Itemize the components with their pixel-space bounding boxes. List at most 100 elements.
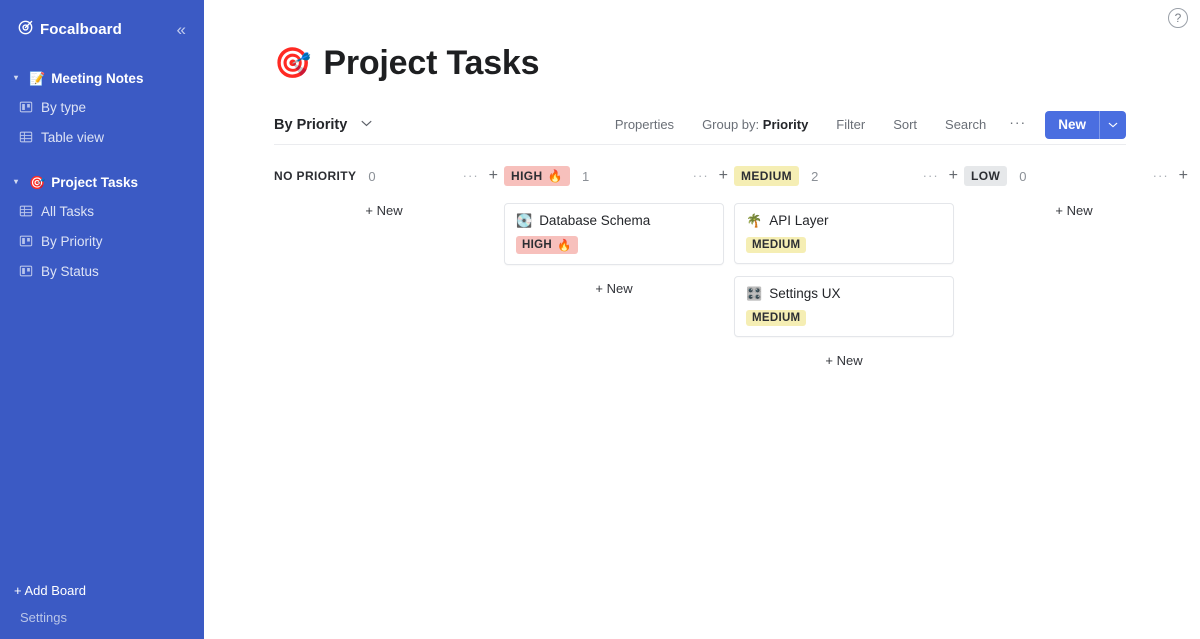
column-add-icon[interactable]: + — [949, 168, 958, 184]
add-card-button[interactable]: + New — [504, 277, 724, 300]
column-add-icon[interactable]: + — [489, 168, 498, 184]
card-badges: MEDIUM — [746, 308, 942, 326]
column-cards: 🌴 API Layer MEDIUM 🎛️ Settings UX MEDIUM… — [734, 189, 964, 372]
add-card-button[interactable]: + New — [964, 203, 1184, 222]
board-emoji: 🎯 — [29, 174, 46, 190]
status-badge-label: MEDIUM — [752, 312, 801, 324]
column-title: NO PRIORITY — [274, 166, 356, 186]
column-add-icon[interactable]: + — [1179, 168, 1188, 184]
app-root: Focalboard « ▾ 📝 Meeting Notes By type T… — [0, 0, 1200, 639]
column-cards: + New — [964, 189, 1194, 222]
sidebar-board-label: Project Tasks — [51, 174, 138, 190]
group-by-button[interactable]: Group by: Priority — [688, 112, 822, 137]
sidebar-item-label: By Status — [41, 263, 99, 279]
column-header: NO PRIORITY 0 ··· + — [274, 163, 504, 189]
board-view-icon — [19, 264, 33, 278]
settings-button[interactable]: Settings — [0, 603, 204, 629]
properties-button[interactable]: Properties — [601, 112, 688, 137]
card-title: Database Schema — [539, 213, 651, 228]
column-title: HIGH 🔥 — [504, 166, 570, 186]
group-by-prefix: Group by: — [702, 117, 760, 132]
sidebar-board-label: Meeting Notes — [51, 70, 144, 86]
card-icon: 🎛️ — [746, 286, 763, 301]
sort-button[interactable]: Sort — [879, 112, 931, 137]
add-card-button[interactable]: + New — [734, 349, 954, 372]
kanban-column-no-priority: NO PRIORITY 0 ··· + + New — [274, 163, 504, 222]
column-header: HIGH 🔥 1 ··· + — [504, 163, 734, 189]
column-title: LOW — [964, 166, 1008, 186]
sidebar-collapse-icon[interactable]: « — [177, 21, 188, 38]
filter-button[interactable]: Filter — [822, 112, 879, 137]
toolbar-actions: Properties Group by: Priority Filter Sor… — [601, 110, 1126, 139]
view-selector[interactable]: By Priority — [274, 117, 372, 133]
board-icon[interactable]: 🎯 — [274, 48, 311, 79]
card-title: API Layer — [769, 213, 829, 228]
column-count: 2 — [811, 168, 819, 184]
column-menu-icon[interactable]: ··· — [693, 169, 709, 182]
column-count: 1 — [581, 168, 590, 184]
page-header: 🎯 Project Tasks — [204, 0, 1200, 83]
brand[interactable]: Focalboard — [18, 20, 122, 38]
kanban-board: NO PRIORITY 0 ··· + + New HIGH 🔥 1 ··· +… — [274, 163, 1200, 372]
add-board-button[interactable]: + Add Board — [0, 578, 204, 603]
sidebar-item-table-view[interactable]: Table view — [0, 122, 204, 152]
status-badge-label: MEDIUM — [752, 239, 801, 251]
sidebar-item-by-status[interactable]: By Status — [0, 256, 204, 286]
kanban-column-high: HIGH 🔥 1 ··· + 💽 Database Schema HIGH 🔥 … — [504, 163, 734, 300]
sidebar-item-label: By Priority — [41, 233, 103, 249]
column-header: MEDIUM 2 ··· + — [734, 163, 964, 189]
sidebar-item-label: Table view — [41, 129, 105, 145]
sidebar-item-label: All Tasks — [41, 203, 95, 219]
status-badge: HIGH 🔥 — [516, 236, 578, 254]
add-card-button[interactable]: + New — [274, 203, 494, 222]
sidebar: Focalboard « ▾ 📝 Meeting Notes By type T… — [0, 0, 204, 639]
card-title-row: 🌴 API Layer — [746, 213, 942, 228]
card-badges: MEDIUM — [746, 235, 942, 253]
board-emoji: 📝 — [29, 70, 46, 86]
sidebar-item-all-tasks[interactable]: All Tasks — [0, 196, 204, 226]
search-button[interactable]: Search — [931, 112, 1000, 137]
column-title-label: HIGH — [511, 169, 543, 183]
page-title-row: 🎯 Project Tasks — [274, 44, 1200, 83]
kanban-column-medium: MEDIUM 2 ··· + 🌴 API Layer MEDIUM 🎛️ Set… — [734, 163, 964, 372]
brand-label: Focalboard — [40, 20, 122, 38]
column-count: 0 — [368, 168, 376, 184]
kanban-card[interactable]: 💽 Database Schema HIGH 🔥 — [504, 203, 724, 265]
chevron-down-icon — [361, 119, 372, 130]
focalboard-logo-icon — [18, 20, 33, 38]
column-title: MEDIUM — [734, 166, 800, 186]
group-by-value: Priority — [762, 117, 809, 132]
kanban-column-low: LOW 0 ··· + + New — [964, 163, 1194, 222]
more-options-icon[interactable]: ··· — [1000, 111, 1035, 138]
sidebar-board-project-tasks[interactable]: ▾ 🎯 Project Tasks — [0, 168, 204, 196]
chevron-down-icon[interactable]: ▾ — [14, 178, 23, 186]
page-title[interactable]: Project Tasks — [323, 44, 539, 83]
table-view-icon — [19, 204, 33, 218]
column-header: LOW 0 ··· + — [964, 163, 1194, 189]
status-badge-label: HIGH — [522, 239, 552, 251]
card-icon: 💽 — [516, 213, 533, 228]
column-title-label: MEDIUM — [741, 169, 793, 183]
chevron-down-icon[interactable] — [1100, 111, 1126, 139]
sidebar-item-by-type[interactable]: By type — [0, 92, 204, 122]
fire-icon: 🔥 — [547, 169, 563, 183]
card-title-row: 💽 Database Schema — [516, 213, 712, 228]
help-icon[interactable]: ? — [1168, 8, 1188, 28]
main-content: ? 🎯 Project Tasks By Priority Properties… — [204, 0, 1200, 639]
card-title-row: 🎛️ Settings UX — [746, 286, 942, 301]
column-add-icon[interactable]: + — [719, 168, 728, 184]
column-menu-icon[interactable]: ··· — [923, 169, 939, 182]
column-menu-icon[interactable]: ··· — [463, 169, 479, 182]
new-card-button[interactable]: New — [1045, 110, 1126, 139]
sidebar-item-by-priority[interactable]: By Priority — [0, 226, 204, 256]
chevron-down-icon[interactable]: ▾ — [14, 74, 23, 82]
column-cards: + New — [274, 189, 504, 222]
column-menu-icon[interactable]: ··· — [1153, 169, 1169, 182]
kanban-card[interactable]: 🌴 API Layer MEDIUM — [734, 203, 954, 264]
fire-icon: 🔥 — [556, 240, 572, 252]
sidebar-board-list: ▾ 📝 Meeting Notes By type Table view ▾ 🎯… — [0, 58, 204, 578]
column-actions: ··· + — [463, 168, 498, 184]
kanban-card[interactable]: 🎛️ Settings UX MEDIUM — [734, 276, 954, 337]
sidebar-board-meeting-notes[interactable]: ▾ 📝 Meeting Notes — [0, 64, 204, 92]
